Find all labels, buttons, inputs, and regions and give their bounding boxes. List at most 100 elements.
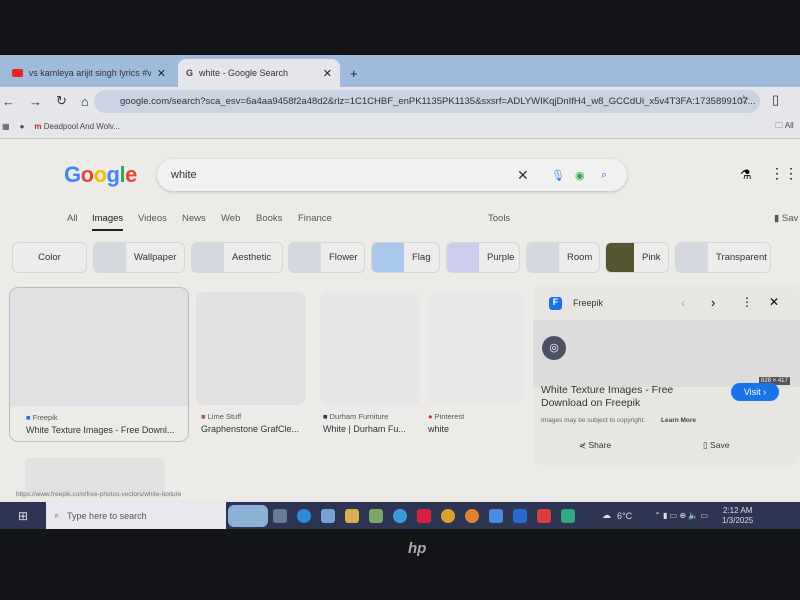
vscode-icon[interactable]: [513, 508, 527, 523]
star-icon[interactable]: ☆: [738, 92, 750, 108]
freepik-icon: ■: [26, 413, 31, 422]
address-bar[interactable]: google.com/search?sca_esv=6a4aa9458f2a48…: [94, 90, 760, 113]
chip-thumbnail: [606, 243, 634, 272]
labs-icon[interactable]: ⚗: [740, 167, 752, 183]
chip-room[interactable]: Room: [526, 242, 600, 273]
result-image: [10, 288, 188, 406]
close-tab-icon[interactable]: ✕: [157, 67, 166, 80]
edge-icon[interactable]: [297, 508, 311, 523]
clear-icon[interactable]: ✕: [517, 167, 529, 184]
status-url: https://www.freepik.com/free-photos-vect…: [16, 491, 182, 498]
learn-more-link[interactable]: Learn More: [661, 417, 696, 424]
all-bookmarks[interactable]: 🗀 All: [775, 120, 794, 134]
visit-button[interactable]: Visit ›: [731, 383, 779, 401]
source-icon: ■: [201, 412, 206, 421]
youtube-icon: [12, 69, 23, 77]
whatsapp-icon[interactable]: [393, 508, 407, 523]
app-icon[interactable]: [465, 508, 479, 523]
chip-wallpaper[interactable]: Wallpaper: [93, 242, 185, 273]
app-icon[interactable]: [417, 508, 431, 523]
saved-button[interactable]: ▮ Sav: [774, 213, 798, 224]
search-highlight-image: [228, 504, 268, 527]
tab-strip: vs kamleya arijit singh lyrics #v... ✕ G…: [0, 55, 800, 87]
result-image: [428, 292, 523, 405]
more-icon[interactable]: ⋮: [741, 295, 753, 309]
chrome-icon[interactable]: [441, 508, 455, 523]
share-button[interactable]: ⋞ Share: [579, 440, 611, 451]
image-preview-panel: F Freepik ‹ › ⋮ ✕ ◎ 828 × 417 White Text…: [533, 285, 800, 465]
tab-news[interactable]: News: [182, 213, 206, 224]
extensions-icon[interactable]: ▯: [772, 92, 779, 108]
close-icon[interactable]: ✕: [769, 295, 779, 309]
chip-thumbnail: [192, 243, 224, 272]
close-tab-icon[interactable]: ✕: [323, 67, 332, 80]
reload-icon[interactable]: ↻: [56, 93, 67, 109]
result-image: [196, 292, 306, 405]
chip-transparent[interactable]: Transparent: [675, 242, 771, 273]
image-result[interactable]: ■ Lime Stuff Graphenstone GrafCle...: [196, 292, 306, 434]
laptop-screen: vs kamleya arijit singh lyrics #v... ✕ G…: [0, 55, 800, 529]
prev-icon[interactable]: ‹: [681, 295, 685, 310]
hp-logo: hp: [408, 540, 427, 557]
store-icon[interactable]: [369, 508, 383, 523]
globe-icon[interactable]: ●: [20, 122, 25, 131]
tab-books[interactable]: Books: [256, 213, 282, 224]
tab-web[interactable]: Web: [221, 213, 240, 224]
tab-google-search[interactable]: G white - Google Search ✕: [178, 59, 340, 87]
copilot-icon[interactable]: [321, 508, 335, 523]
chip-thumbnail: [447, 243, 479, 272]
apps-icon[interactable]: ▦: [2, 122, 10, 131]
google-icon: G: [186, 68, 194, 78]
taskbar: ⊞ ⌕ Type here to search ☁ 6°C ⌃ ▮ ▭ ⊕ 🔈 ▭…: [0, 502, 800, 529]
task-view-icon[interactable]: [273, 508, 287, 523]
tray-icons[interactable]: ⌃ ▮ ▭ ⊕ 🔈 ▭: [654, 511, 708, 520]
image-result[interactable]: ■ Durham Furniture White | Durham Fu...: [320, 292, 420, 434]
search-page: Google white ✕ 🎙 ◉ ⌕ ⚗ ⋮⋮ All Images Vid…: [0, 140, 800, 500]
chip-thumbnail: [289, 243, 321, 272]
pinterest-icon: ●: [428, 412, 433, 421]
app-icon[interactable]: [561, 508, 575, 523]
lens-icon[interactable]: ◎: [542, 336, 566, 360]
back-icon[interactable]: ←: [2, 94, 15, 109]
tab-finance[interactable]: Finance: [298, 213, 332, 224]
chip-purple[interactable]: Purple: [446, 242, 520, 273]
chip-flag[interactable]: Flag: [371, 242, 440, 273]
chip-color[interactable]: Color: [12, 242, 87, 273]
tab-youtube[interactable]: vs kamleya arijit singh lyrics #v... ✕: [4, 59, 174, 87]
search-icon: ⌕: [54, 510, 60, 520]
tab-all[interactable]: All: [67, 213, 78, 224]
chip-thumbnail: [676, 243, 708, 272]
chip-pink[interactable]: Pink: [605, 242, 669, 273]
image-result[interactable]: ■ Freepik White Texture Images - Free Do…: [9, 287, 189, 442]
next-icon[interactable]: ›: [711, 295, 715, 310]
chip-aesthetic[interactable]: Aesthetic: [191, 242, 283, 273]
tab-images[interactable]: Images: [92, 213, 124, 231]
clock[interactable]: 2:12 AM 1/3/2025: [722, 506, 753, 526]
lens-icon[interactable]: ◉: [575, 169, 585, 182]
tools-button[interactable]: Tools: [488, 213, 510, 224]
windows-start-icon[interactable]: ⊞: [0, 509, 46, 523]
chip-flower[interactable]: Flower: [288, 242, 365, 273]
result-image: [320, 292, 420, 405]
save-button[interactable]: ▯ Save: [703, 440, 729, 451]
freepik-icon: F: [549, 297, 562, 310]
wps-icon[interactable]: [537, 508, 551, 523]
image-result[interactable]: ● Pinterest white: [428, 292, 523, 434]
home-icon[interactable]: ⌂: [81, 94, 89, 109]
app-icon[interactable]: [489, 508, 503, 523]
apps-grid-icon[interactable]: ⋮⋮: [770, 165, 798, 182]
google-logo[interactable]: Google: [64, 162, 137, 188]
chip-thumbnail: [94, 243, 126, 272]
new-tab-button[interactable]: +: [342, 59, 366, 87]
file-explorer-icon[interactable]: [345, 508, 359, 523]
microphone-icon[interactable]: 🎙: [551, 169, 565, 182]
search-input[interactable]: white ✕ 🎙 ◉ ⌕: [157, 159, 627, 191]
forward-icon[interactable]: →: [29, 94, 42, 109]
weather-icon[interactable]: ☁: [602, 510, 611, 521]
tab-videos[interactable]: Videos: [138, 213, 167, 224]
chip-thumbnail: [372, 243, 404, 272]
m-icon: m: [34, 122, 42, 131]
taskbar-search[interactable]: ⌕ Type here to search: [46, 502, 226, 529]
bookmark-deadpool[interactable]: m Deadpool And Wolv...: [34, 122, 120, 131]
search-icon[interactable]: ⌕: [601, 169, 607, 182]
